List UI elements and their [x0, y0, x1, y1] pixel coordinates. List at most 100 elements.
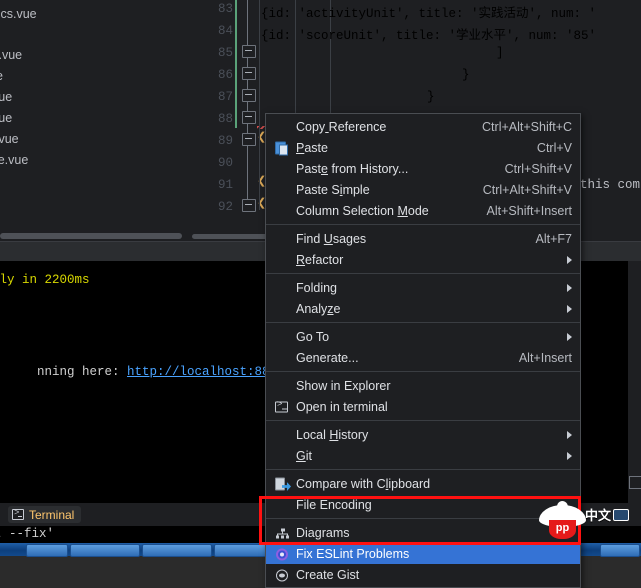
- menu-item-paste[interactable]: Paste Ctrl+V: [266, 137, 580, 158]
- diagram-icon: [274, 525, 289, 540]
- menu-item-label: Local History: [296, 427, 369, 442]
- scrollbar-thumb[interactable]: [0, 233, 182, 239]
- ime-language-bar[interactable]: 中文: [585, 505, 630, 524]
- menu-item-label: Show in Explorer: [296, 378, 391, 393]
- taskbar-button[interactable]: [142, 544, 212, 557]
- code-line: {id: 'activityUnit', title: '实践活动', num:…: [261, 7, 597, 21]
- ime-language-label[interactable]: 中文: [585, 505, 611, 524]
- terminal-icon: [274, 399, 289, 414]
- menu-separator: [266, 322, 580, 323]
- menu-item-show-in-explorer[interactable]: Show in Explorer: [266, 375, 580, 396]
- menu-item-label: Paste Simple: [296, 182, 370, 197]
- code-line: ]: [496, 46, 504, 60]
- menu-item-label: Find Usages: [296, 231, 367, 246]
- submenu-arrow-icon: [567, 430, 572, 439]
- fold-toggle-icon[interactable]: [242, 133, 256, 146]
- menu-item-paste-simple[interactable]: Paste Simple Ctrl+Alt+Shift+V: [266, 179, 580, 200]
- console-line: lly in 2200ms: [0, 273, 90, 287]
- menu-item-local-history[interactable]: Local History: [266, 424, 580, 445]
- fold-toggle-icon[interactable]: [242, 199, 256, 212]
- menu-item-fix-eslint-problems[interactable]: Fix ESLint Problems: [266, 543, 580, 564]
- menu-item-analyze[interactable]: Analyze: [266, 298, 580, 319]
- line-number: 84: [217, 24, 233, 38]
- console-line: nning here: http://localhost:8888: [0, 351, 285, 393]
- keyboard-icon[interactable]: [613, 508, 630, 521]
- submenu-arrow-icon: [567, 283, 572, 292]
- menu-item-shortcut: Ctrl+Shift+V: [504, 161, 572, 176]
- code-line: }: [427, 90, 435, 104]
- menu-item-file-encoding[interactable]: File Encoding: [266, 494, 580, 515]
- menu-item-generate[interactable]: Generate... Alt+Insert: [266, 347, 580, 368]
- menu-item-shortcut: Alt+Shift+Insert: [486, 203, 572, 218]
- ime-indicator[interactable]: pp: [539, 499, 586, 541]
- tree-item[interactable]: ule.vue: [0, 153, 28, 167]
- taskbar-button[interactable]: [26, 544, 68, 557]
- submenu-arrow-icon: [567, 451, 572, 460]
- tree-item[interactable]: vue: [0, 90, 12, 104]
- fold-toggle-icon[interactable]: [242, 45, 256, 58]
- menu-item-create-gist[interactable]: Create Gist: [266, 564, 580, 585]
- menu-item-label: Generate...: [296, 350, 359, 365]
- submenu-arrow-icon: [567, 255, 572, 264]
- project-hscrollbar[interactable]: [0, 232, 192, 241]
- code-folding-strip[interactable]: ❮ ❮ ❮: [237, 0, 273, 232]
- tab-terminal[interactable]: Terminal: [8, 506, 82, 523]
- menu-item-label: Open in terminal: [296, 399, 388, 414]
- menu-separator: [266, 518, 580, 519]
- code-line: }: [462, 68, 470, 82]
- project-tool-window[interactable]: stics.vue cs.vue e vue vue .vue ule.vue: [0, 0, 192, 232]
- fold-toggle-icon[interactable]: [242, 89, 256, 102]
- menu-item-shortcut: Ctrl+V: [536, 140, 572, 155]
- menu-item-shortcut: Alt+Insert: [518, 350, 572, 365]
- console-toolbar-icon[interactable]: [629, 476, 641, 489]
- menu-item-column-selection-mode[interactable]: Column Selection Mode Alt+Shift+Insert: [266, 200, 580, 221]
- menu-item-go-to[interactable]: Go To: [266, 326, 580, 347]
- paste-icon: [274, 140, 289, 155]
- menu-item-label: Compare with Clipboard: [296, 476, 431, 491]
- menu-item-find-usages[interactable]: Find Usages Alt+F7: [266, 228, 580, 249]
- menu-item-open-in-terminal[interactable]: Open in terminal: [266, 396, 580, 417]
- line-number: 90: [217, 156, 233, 170]
- menu-item-diagrams[interactable]: Diagrams: [266, 522, 580, 543]
- console-line-text: nning here:: [37, 365, 128, 379]
- menu-item-label: Paste: [296, 140, 328, 155]
- menu-item-paste-from-history[interactable]: Paste from History... Ctrl+Shift+V: [266, 158, 580, 179]
- tree-item[interactable]: vue: [0, 111, 12, 125]
- menu-item-label: Go To: [296, 329, 330, 344]
- code-line: {id: 'scoreUnit', title: '学业水平', num: '8…: [261, 29, 597, 43]
- menu-item-label: Paste from History...: [296, 161, 409, 176]
- menu-item-copy-reference[interactable]: Copy Reference Ctrl+Alt+Shift+C: [266, 116, 580, 137]
- editor-gutter[interactable]: 83 84 85 86 87 88 89 90 91 92: [192, 0, 237, 232]
- menu-item-label: Copy Reference: [296, 119, 387, 134]
- taskbar-button[interactable]: [70, 544, 140, 557]
- gist-icon: [274, 567, 289, 582]
- menu-item-folding[interactable]: Folding: [266, 277, 580, 298]
- terminal-icon: [12, 508, 24, 520]
- tree-item[interactable]: cs.vue: [0, 48, 22, 62]
- menu-item-shortcut: Ctrl+Alt+Shift+C: [482, 119, 572, 134]
- localhost-link[interactable]: http://localhost:8888: [127, 365, 285, 379]
- line-number: 85: [217, 46, 233, 60]
- eslint-icon: [274, 546, 289, 561]
- menu-item-label: Git: [296, 448, 312, 463]
- line-number: 86: [217, 68, 233, 82]
- menu-separator: [266, 273, 580, 274]
- fold-toggle-icon[interactable]: [242, 111, 256, 124]
- tree-item[interactable]: stics.vue: [0, 7, 37, 21]
- tree-item[interactable]: e: [0, 69, 3, 83]
- menu-item-label: Folding: [296, 280, 337, 295]
- submenu-arrow-icon: [567, 332, 572, 341]
- menu-item-compare-with-clipboard[interactable]: Compare with Clipboard: [266, 473, 580, 494]
- compare-icon: [274, 476, 289, 491]
- tab-terminal-label: Terminal: [29, 507, 75, 522]
- menu-separator: [266, 420, 580, 421]
- editor-context-menu[interactable]: Copy Reference Ctrl+Alt+Shift+C Paste Ctrl+…: [265, 113, 581, 588]
- tree-item[interactable]: .vue: [0, 132, 19, 146]
- menu-item-git[interactable]: Git: [266, 445, 580, 466]
- taskbar-button[interactable]: [600, 544, 640, 557]
- menu-item-shortcut: Alt+F7: [535, 231, 572, 246]
- fold-toggle-icon[interactable]: [242, 67, 256, 80]
- line-number: 87: [217, 90, 233, 104]
- menu-item-refactor[interactable]: Refactor: [266, 249, 580, 270]
- menu-separator: [266, 224, 580, 225]
